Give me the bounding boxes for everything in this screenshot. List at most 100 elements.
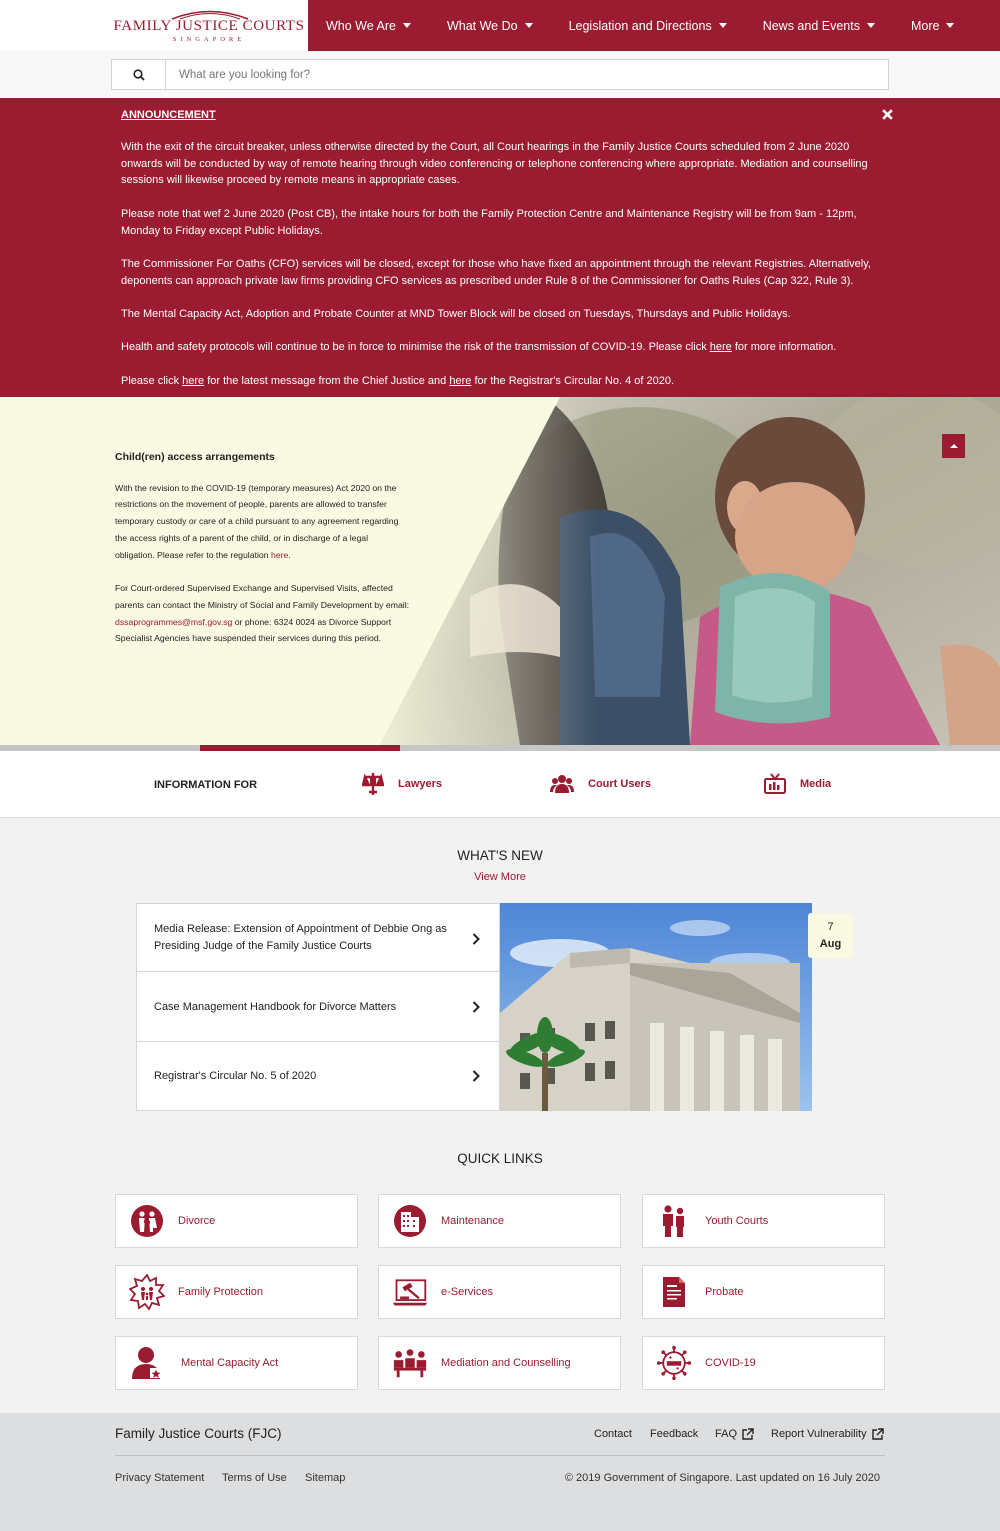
users-icon — [550, 775, 574, 793]
divorce-icon — [129, 1203, 165, 1239]
mental-capacity-icon — [129, 1345, 165, 1381]
chief-justice-message-link[interactable]: here — [182, 375, 204, 387]
announcement-text: for more information. — [731, 341, 837, 353]
footer-link-privacy[interactable]: Privacy Statement — [115, 1472, 204, 1484]
announcement-paragraph: The Mental Capacity Act, Adoption and Pr… — [121, 308, 791, 320]
quick-link-covid[interactable]: COVID-19 — [642, 1336, 885, 1390]
main-nav: Who We Are What We Do Legislation and Di… — [308, 0, 1000, 51]
covid-icon — [656, 1345, 692, 1381]
eservices-icon — [392, 1274, 428, 1310]
nav-more[interactable]: More — [893, 0, 972, 51]
information-for-label: INFORMATION FOR — [154, 779, 258, 791]
info-link-label: Lawyers — [398, 778, 443, 790]
maintenance-icon — [392, 1203, 428, 1239]
announcement-title: ANNOUNCEMENT — [121, 109, 216, 121]
announcement-paragraph: Please note that wef 2 June 2020 (Post C… — [121, 208, 857, 237]
list-item-label: Media Release: Extension of Appointment … — [154, 923, 447, 952]
external-link-icon — [871, 1428, 884, 1440]
hero-text-span: With the revision to the COVID-19 (tempo… — [115, 482, 399, 560]
footer-link-label: FAQ — [715, 1428, 738, 1440]
hero-title: Child(ren) access arrangements — [115, 451, 275, 463]
quick-link-maintenance[interactable]: Maintenance — [378, 1194, 621, 1248]
footer-link-faq[interactable]: FAQ — [715, 1428, 754, 1440]
logo-text: FAMILY JUSTICE COURTS — [113, 18, 305, 34]
footer-title: Family Justice Courts (FJC) — [115, 1426, 282, 1441]
info-link-court-users[interactable]: Court Users — [550, 771, 651, 797]
list-item[interactable]: Media Release: Extension of Appointment … — [137, 904, 499, 972]
info-link-media[interactable]: Media — [764, 771, 831, 797]
chevron-right-icon — [472, 933, 480, 945]
news-date-badge: 7 Aug — [808, 913, 853, 958]
close-icon[interactable] — [881, 108, 894, 121]
hero-text-span: . — [288, 549, 291, 560]
caret-down-icon — [524, 23, 533, 28]
quick-link-mediation[interactable]: Mediation and Counselling — [378, 1336, 621, 1390]
footer-link-report-vulnerability[interactable]: Report Vulnerability — [771, 1428, 884, 1440]
youth-courts-icon — [656, 1203, 692, 1239]
registrar-circular-link[interactable]: here — [449, 375, 471, 387]
nav-who-we-are[interactable]: Who We Are — [308, 0, 429, 51]
quick-link-label: COVID-19 — [705, 1357, 756, 1369]
quick-link-label: Mediation and Counselling — [441, 1357, 571, 1369]
hero-paragraph: With the revision to the COVID-19 (tempo… — [115, 480, 410, 564]
announcement-paragraph: Please click here for the latest message… — [121, 373, 881, 390]
announcement-text: for the latest message from the Chief Ju… — [204, 375, 450, 387]
nav-label: What We Do — [446, 18, 518, 33]
quick-link-divorce[interactable]: Divorce — [115, 1194, 358, 1248]
caret-down-icon — [402, 23, 411, 28]
footer-divider — [115, 1455, 885, 1456]
chevron-up-icon — [949, 444, 958, 448]
list-item[interactable]: Case Management Handbook for Divorce Mat… — [137, 972, 499, 1042]
mediation-icon — [392, 1345, 428, 1381]
nav-what-we-do[interactable]: What We Do — [429, 0, 551, 51]
footer-copyright: © 2019 Government of Singapore. Last upd… — [564, 1472, 880, 1484]
date-day: 7 — [827, 921, 834, 933]
lawyer-icon — [362, 773, 384, 795]
family-protection-icon — [129, 1274, 165, 1310]
hero-paragraph: For Court-ordered Supervised Exchange an… — [115, 580, 410, 647]
announcement-text: for the Registrar's Circular No. 4 of 20… — [471, 375, 675, 387]
footer-link-label: Contact — [594, 1428, 632, 1440]
announcement-paragraph: With the exit of the circuit breaker, un… — [121, 141, 868, 187]
date-month: Aug — [819, 937, 842, 950]
caret-down-icon — [946, 23, 955, 28]
footer-link-feedback[interactable]: Feedback — [650, 1428, 698, 1440]
email-link[interactable]: dssaprogrammes@msf.gov.sg — [115, 617, 232, 627]
search-icon[interactable] — [112, 60, 166, 89]
quick-link-family-protection[interactable]: Family Protection — [115, 1265, 358, 1319]
footer-link-sitemap[interactable]: Sitemap — [305, 1472, 345, 1484]
nav-legislation[interactable]: Legislation and Directions — [551, 0, 745, 51]
quick-link-youth-courts[interactable]: Youth Courts — [642, 1194, 885, 1248]
scroll-up-button[interactable] — [942, 434, 965, 458]
announcement-paragraph: Health and safety protocols will continu… — [121, 339, 881, 356]
site-footer: Family Justice Courts (FJC) Contact Feed… — [0, 1413, 1000, 1531]
info-link-lawyers[interactable]: Lawyers — [362, 771, 442, 797]
footer-link-contact[interactable]: Contact — [594, 1428, 632, 1440]
quick-link-e-services[interactable]: e-Services — [378, 1265, 621, 1319]
site-logo[interactable]: FAMILY JUSTICE COURTS SINGAPORE — [110, 0, 308, 51]
probate-icon — [656, 1274, 692, 1310]
information-for-bar: INFORMATION FOR Lawyers Court Users Medi… — [0, 751, 1000, 818]
quick-link-label: e-Services — [441, 1286, 493, 1298]
list-item-label: Registrar's Circular No. 5 of 2020 — [154, 1070, 317, 1082]
whats-new-list: Media Release: Extension of Appointment … — [136, 903, 500, 1111]
hero-text-span: For Court-ordered Supervised Exchange an… — [115, 583, 410, 610]
quick-link-probate[interactable]: Probate — [642, 1265, 885, 1319]
footer-link-terms[interactable]: Terms of Use — [222, 1472, 287, 1484]
view-more-link[interactable]: View More — [0, 871, 1000, 883]
search-input[interactable] — [167, 60, 887, 89]
list-item[interactable]: Registrar's Circular No. 5 of 2020 — [137, 1042, 499, 1110]
quick-link-mental-capacity[interactable]: Mental Capacity Act — [115, 1336, 358, 1390]
quick-links-title: QUICK LINKS — [457, 1151, 543, 1166]
regulation-link[interactable]: here — [271, 550, 288, 560]
nav-news-events[interactable]: News and Events — [745, 0, 893, 51]
info-link-label: Court Users — [588, 778, 651, 790]
search-box — [111, 59, 889, 90]
hero-banner: Child(ren) access arrangements With the … — [0, 397, 1000, 745]
nav-label: Legislation and Directions — [568, 18, 712, 33]
site-header: FAMILY JUSTICE COURTS SINGAPORE Who We A… — [0, 0, 1000, 51]
search-bar — [0, 51, 1000, 98]
health-protocols-link[interactable]: here — [710, 341, 732, 353]
info-link-label: Media — [800, 778, 832, 790]
announcement-text: Please click — [121, 375, 183, 387]
